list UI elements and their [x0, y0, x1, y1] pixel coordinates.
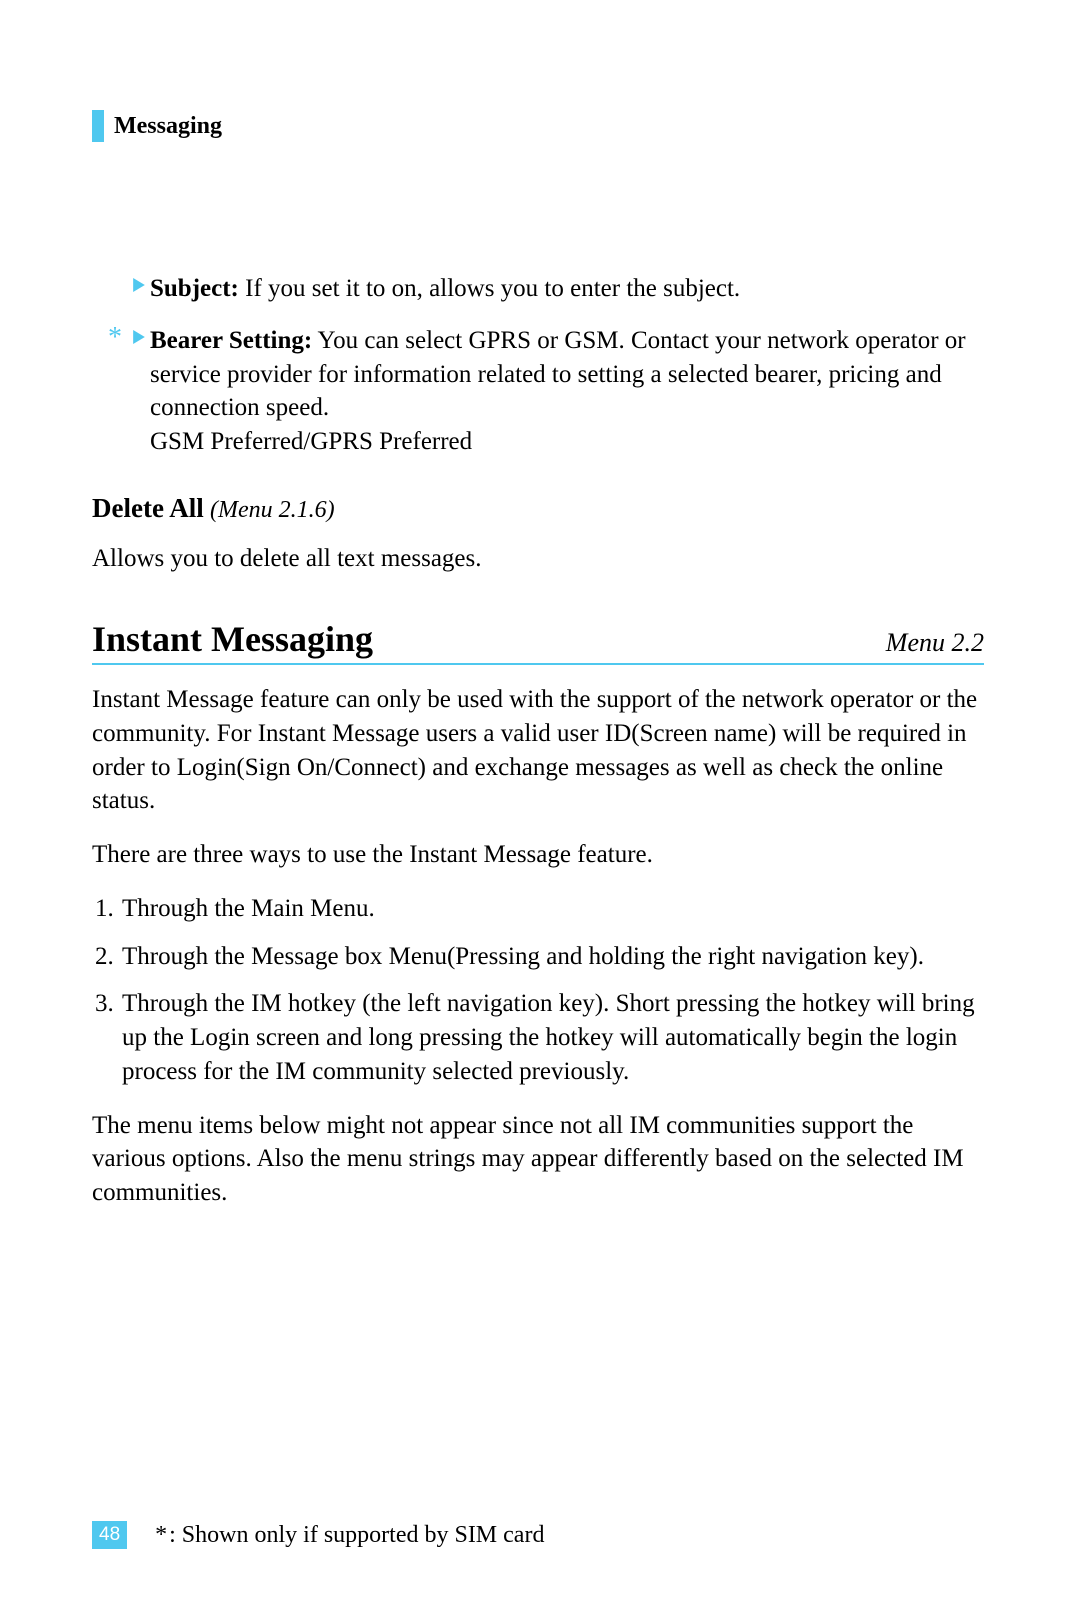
header-accent-bar	[92, 110, 104, 142]
page-number: 48	[92, 1521, 127, 1549]
page-footer: 48 *: Shown only if supported by SIM car…	[92, 1521, 544, 1549]
asterisk-gutter	[92, 272, 128, 306]
triangle-bullet-icon	[128, 324, 150, 459]
feature-item-text: Bearer Setting: You can select GPRS or G…	[150, 324, 984, 459]
triangle-bullet-icon	[128, 272, 150, 306]
sim-footnote: *: Shown only if supported by SIM card	[155, 1522, 544, 1549]
im-usage-list: Through the Main Menu. Through the Messa…	[92, 892, 984, 1089]
asterisk-gutter: *	[92, 324, 128, 459]
section-title: Messaging	[114, 113, 222, 140]
feature-desc: If you set it to on, allows you to enter…	[239, 275, 740, 302]
feature-desc-line2: GSM Preferred/GPRS Preferred	[150, 428, 472, 455]
manual-page: Messaging Subject: If you set it to on, …	[0, 0, 1080, 1621]
im-paragraph-1: Instant Message feature can only be used…	[92, 683, 984, 818]
heading-menu-ref: Menu 2.2	[886, 628, 984, 658]
list-item: Through the Main Menu.	[120, 892, 984, 926]
feature-item-text: Subject: If you set it to on, allows you…	[150, 272, 984, 306]
im-paragraph-2: There are three ways to use the Instant …	[92, 838, 984, 872]
subheading-delete-all: Delete All (Menu 2.1.6)	[92, 493, 984, 524]
list-item: Through the IM hotkey (the left navigati…	[120, 987, 984, 1088]
footnote-symbol: *	[155, 1522, 169, 1548]
heading-title: Instant Messaging	[92, 620, 373, 660]
subheading-title: Delete All	[92, 493, 204, 523]
heading-underline	[92, 663, 984, 665]
list-item: Through the Message box Menu(Pressing an…	[120, 940, 984, 974]
feature-label: Subject:	[150, 275, 239, 302]
sim-asterisk-icon: *	[108, 328, 122, 457]
feature-item-subject: Subject: If you set it to on, allows you…	[92, 272, 984, 306]
im-paragraph-3: The menu items below might not appear si…	[92, 1109, 984, 1210]
section-header: Messaging	[92, 110, 984, 142]
feature-label: Bearer Setting:	[150, 327, 312, 354]
feature-item-bearer: * Bearer Setting: You can select GPRS or…	[92, 324, 984, 459]
heading-instant-messaging: Instant Messaging Menu 2.2	[92, 620, 984, 666]
delete-all-desc: Allows you to delete all text messages.	[92, 542, 984, 576]
subheading-menu-ref: (Menu 2.1.6)	[210, 497, 335, 523]
footnote-text: : Shown only if supported by SIM card	[169, 1522, 544, 1548]
